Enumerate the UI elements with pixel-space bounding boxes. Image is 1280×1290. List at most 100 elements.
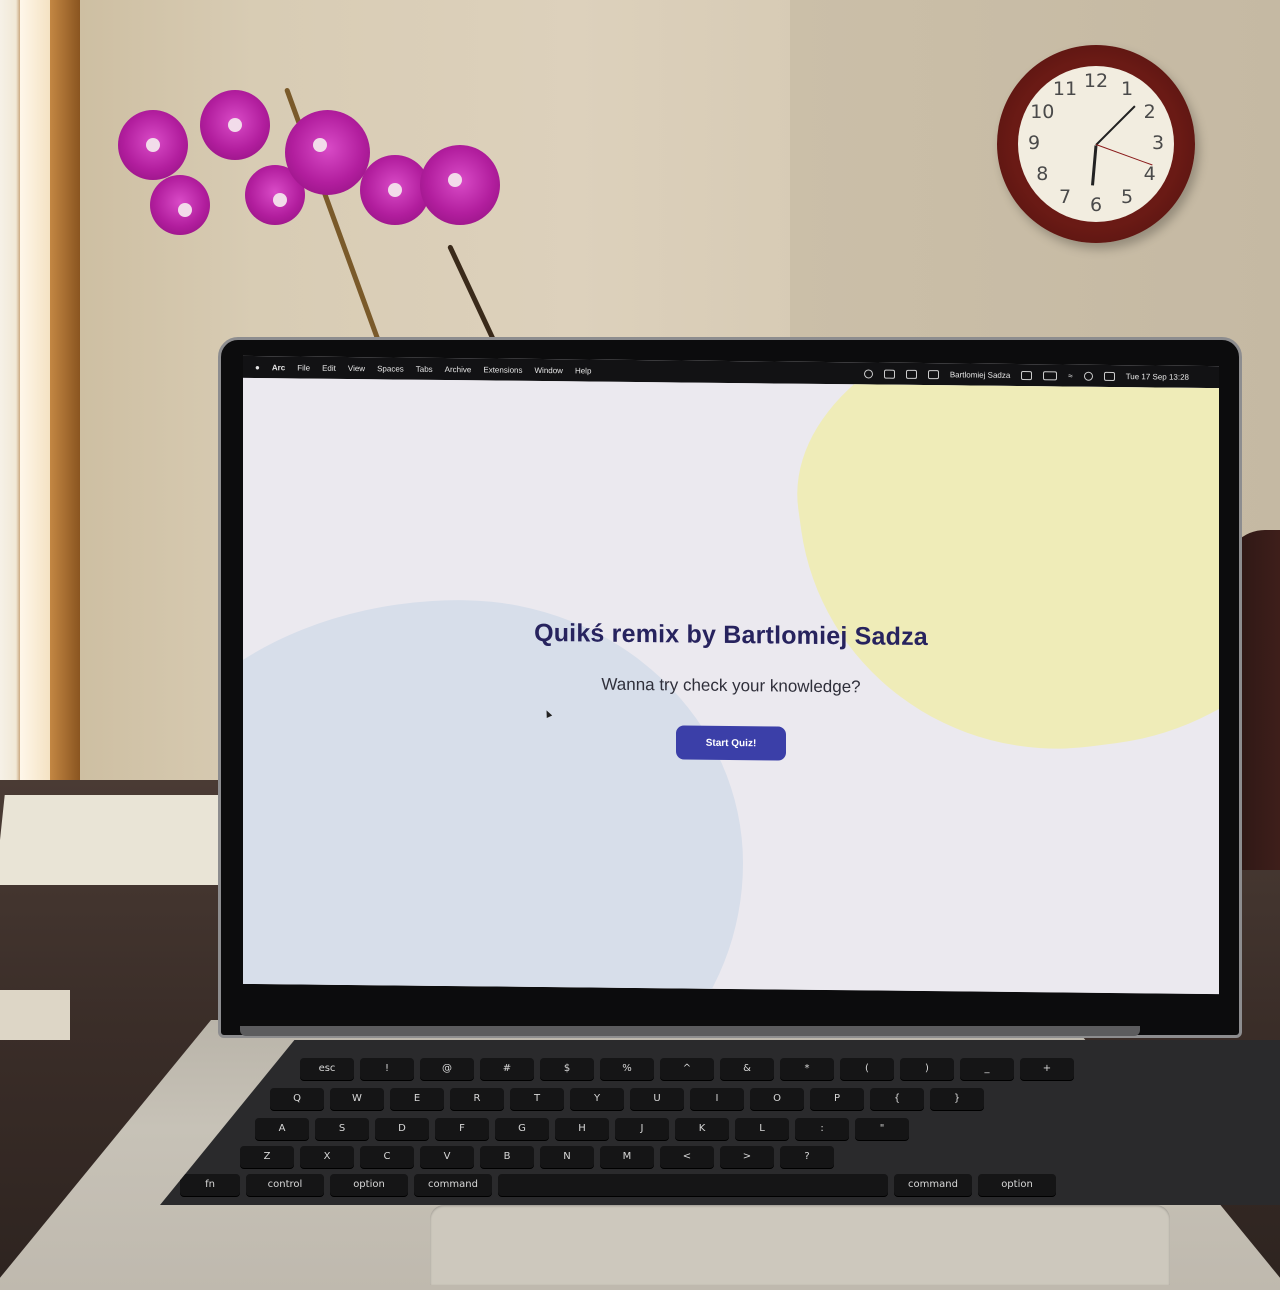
web-page: Quikś remix by Bartlomiej Sadza Wanna tr… [243, 377, 1219, 995]
keyboard-key[interactable]: > [720, 1146, 774, 1168]
keyboard-key[interactable]: ( [840, 1058, 894, 1080]
keyboard-key[interactable]: < [660, 1146, 714, 1168]
keyboard-key[interactable]: + [1020, 1058, 1074, 1080]
menu-file[interactable]: File [297, 363, 310, 372]
menu-tabs[interactable]: Tabs [416, 364, 433, 373]
keyboard-key[interactable]: T [510, 1088, 564, 1110]
keyboard-key[interactable]: Z [240, 1146, 294, 1168]
keyboard-key[interactable]: ? [780, 1146, 834, 1168]
menu-clock[interactable]: Tue 17 Sep 13:28 [1126, 372, 1189, 382]
hero: Quikś remix by Bartlomiej Sadza Wanna tr… [243, 616, 1219, 765]
clock-numeral: 3 [1151, 132, 1165, 154]
menu-bar-right: Bartlomiej Sadza ≈ Tue 17 Sep 13:28 [863, 368, 1219, 382]
keyboard-key[interactable]: Y [570, 1088, 624, 1110]
keyboard-key[interactable]: ^ [660, 1058, 714, 1080]
sidebar-icon[interactable] [927, 369, 939, 379]
clock-face: 12 1 2 3 4 5 6 7 8 9 10 11 [1018, 66, 1174, 222]
play-status-icon[interactable] [863, 368, 873, 378]
keyboard-key[interactable]: O [750, 1088, 804, 1110]
keyboard-key[interactable]: option [330, 1174, 408, 1196]
menu-view[interactable]: View [348, 363, 365, 372]
keyboard-key[interactable]: " [855, 1118, 909, 1140]
menu-extensions[interactable]: Extensions [483, 365, 522, 374]
menu-edit[interactable]: Edit [322, 363, 336, 372]
keyboard-key[interactable]: control [246, 1174, 324, 1196]
battery-icon[interactable] [1043, 370, 1058, 380]
keyboard-key[interactable]: command [894, 1174, 972, 1196]
window-light [20, 0, 50, 780]
keyboard-key[interactable]: E [390, 1088, 444, 1110]
calendar-icon[interactable] [883, 369, 895, 379]
keyboard-key[interactable]: & [720, 1058, 774, 1080]
keyboard-key[interactable]: V [420, 1146, 474, 1168]
display-icon[interactable] [1021, 370, 1033, 380]
menu-user-name[interactable]: Bartlomiej Sadza [950, 370, 1010, 380]
keyboard-key[interactable]: C [360, 1146, 414, 1168]
start-quiz-button[interactable]: Start Quiz! [676, 725, 786, 761]
keyboard-key[interactable]: S [315, 1118, 369, 1140]
menu-spaces[interactable]: Spaces [377, 364, 404, 373]
keyboard-key[interactable]: A [255, 1118, 309, 1140]
keyboard-key[interactable]: $ [540, 1058, 594, 1080]
clock-numeral: 6 [1089, 194, 1103, 216]
keyboard-key[interactable]: _ [960, 1058, 1014, 1080]
keyboard-row: esc! @ # $% ^ & * () _ + [300, 1058, 1074, 1082]
orchid-flower [420, 145, 500, 225]
clock-numeral: 9 [1027, 132, 1041, 154]
keyboard-key[interactable]: * [780, 1058, 834, 1080]
keyboard-key[interactable]: Q [270, 1088, 324, 1110]
clipboard-icon[interactable] [905, 369, 917, 379]
keyboard-key[interactable]: U [630, 1088, 684, 1110]
clock-hour-hand [1091, 145, 1098, 186]
clock-numeral: 10 [1030, 101, 1055, 123]
keyboard-key[interactable]: esc [300, 1058, 354, 1080]
keyboard-key[interactable]: X [300, 1146, 354, 1168]
keyboard-key[interactable]: M [600, 1146, 654, 1168]
keyboard-key[interactable]: W [330, 1088, 384, 1110]
placemat [0, 795, 235, 885]
keyboard-key[interactable]: command [414, 1174, 492, 1196]
keyboard-key[interactable]: H [555, 1118, 609, 1140]
keyboard-key[interactable]: { [870, 1088, 924, 1110]
keyboard-key[interactable]: : [795, 1118, 849, 1140]
menu-window[interactable]: Window [535, 365, 563, 374]
clock-numeral: 1 [1120, 78, 1134, 101]
keyboard-row: Z X C V B N M < >? [240, 1146, 834, 1170]
keyboard-key[interactable]: P [810, 1088, 864, 1110]
keyboard-key[interactable]: L [735, 1118, 789, 1140]
menu-help[interactable]: Help [575, 366, 591, 375]
keyboard-key[interactable]: ) [900, 1058, 954, 1080]
keyboard-key[interactable]: ! [360, 1058, 414, 1080]
orchid-flower [285, 110, 370, 195]
keyboard-key[interactable]: % [600, 1058, 654, 1080]
control-center-icon[interactable] [1103, 371, 1115, 381]
laptop-hinge [240, 1026, 1140, 1036]
keyboard-key[interactable]: I [690, 1088, 744, 1110]
placemat [0, 990, 70, 1040]
keyboard-key[interactable]: } [930, 1088, 984, 1110]
clock-minute-hand [1095, 105, 1136, 146]
menu-app-name[interactable]: Arc [272, 363, 285, 372]
keyboard-key[interactable]: F [435, 1118, 489, 1140]
keyboard-key[interactable]: option [978, 1174, 1056, 1196]
keyboard-key[interactable]: N [540, 1146, 594, 1168]
wifi-icon[interactable]: ≈ [1068, 371, 1072, 380]
keyboard-key[interactable]: G [495, 1118, 549, 1140]
keyboard-key[interactable] [498, 1174, 888, 1196]
keyboard-key[interactable]: @ [420, 1058, 474, 1080]
menu-archive[interactable]: Archive [445, 365, 472, 374]
spotlight-search-icon[interactable] [1083, 371, 1093, 381]
keyboard-key[interactable]: K [675, 1118, 729, 1140]
keyboard-key[interactable]: fn [180, 1174, 240, 1196]
screen: ● Arc File Edit View Spaces Tabs Archive… [243, 355, 1219, 995]
window-frame [0, 0, 80, 780]
keyboard-key[interactable]: B [480, 1146, 534, 1168]
keyboard-key[interactable]: J [615, 1118, 669, 1140]
clock-numeral: 2 [1143, 101, 1156, 123]
clock-numeral: 4 [1143, 163, 1156, 185]
apple-menu-icon[interactable]: ● [255, 363, 260, 372]
keyboard-key[interactable]: D [375, 1118, 429, 1140]
keyboard-key[interactable]: # [480, 1058, 534, 1080]
keyboard-key[interactable]: R [450, 1088, 504, 1110]
wall-clock: 12 1 2 3 4 5 6 7 8 9 10 11 [997, 45, 1195, 243]
